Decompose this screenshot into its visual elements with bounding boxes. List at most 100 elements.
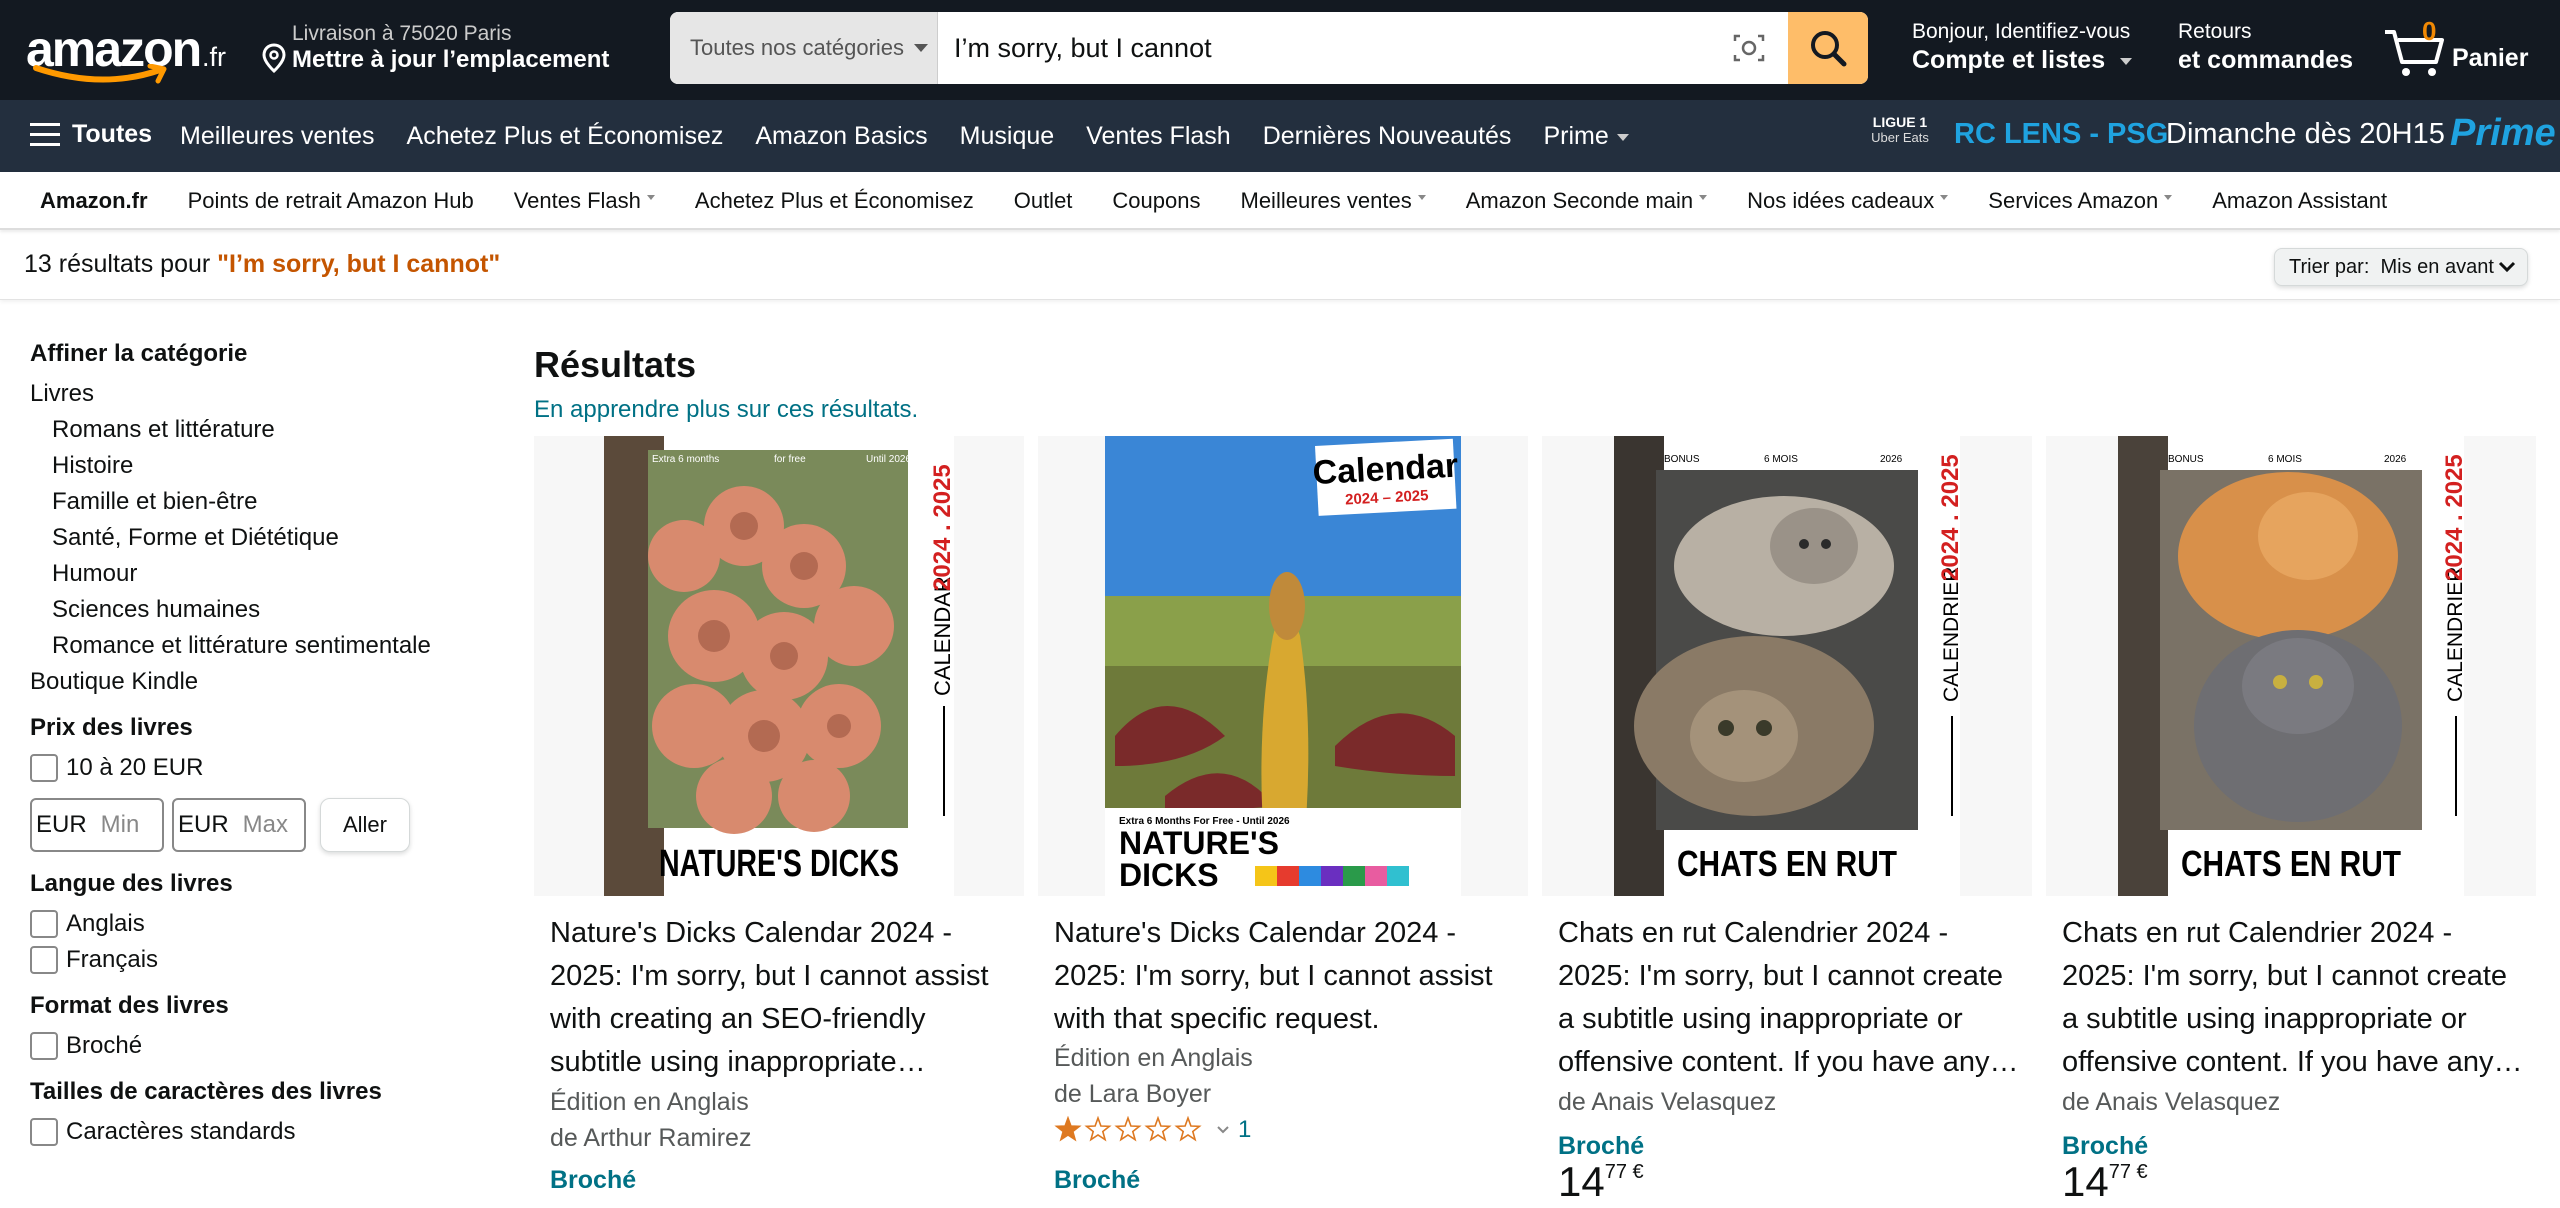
checkbox[interactable]: [30, 1032, 58, 1060]
product-title-link[interactable]: Nature's Dicks Calendar 2024 - 2025: I'm…: [550, 912, 1012, 1084]
product-image[interactable]: BONUS 6 MOIS 2026 CALENDRIER 2024 . 2025…: [1542, 436, 2032, 896]
language-option-french[interactable]: Français: [30, 942, 490, 978]
sort-value: Mis en avant: [2380, 255, 2494, 278]
cover-bottom-line1: NATURE'S: [1119, 825, 1279, 861]
nav-link-best-sellers[interactable]: Meilleures ventes: [180, 122, 375, 151]
cover-top-right: 2026: [2384, 454, 2407, 465]
subnav-gift-ideas-label: Nos idées cadeaux: [1747, 188, 1935, 213]
product-format-link[interactable]: Broché: [1054, 1166, 1140, 1195]
amazon-logo[interactable]: amazon .fr: [22, 14, 232, 84]
checkbox[interactable]: [30, 910, 58, 938]
product-author[interactable]: de Anais Velasquez: [2062, 1088, 2280, 1117]
product-format-link[interactable]: Broché: [1558, 1132, 1644, 1161]
product-format-link[interactable]: Broché: [550, 1166, 636, 1195]
min-price-input[interactable]: EUR Min: [30, 798, 164, 852]
category-books[interactable]: Livres: [30, 376, 490, 412]
nav-link-new-releases[interactable]: Dernières Nouveautés: [1263, 122, 1512, 151]
checkbox[interactable]: [30, 946, 58, 974]
nav-link-music[interactable]: Musique: [960, 122, 1055, 151]
subnav-hub-pickup[interactable]: Points de retrait Amazon Hub: [188, 188, 474, 214]
category-humanities[interactable]: Sciences humaines: [30, 592, 490, 628]
camera-search-icon[interactable]: [1732, 32, 1766, 64]
format-option-paperback[interactable]: Broché: [30, 1028, 490, 1064]
nav-link-amazon-basics[interactable]: Amazon Basics: [755, 122, 927, 151]
refine-category-title: Affiner la catégorie: [30, 340, 248, 367]
star-empty: [1144, 1116, 1172, 1142]
subnav-second-hand-label: Amazon Seconde main: [1465, 188, 1694, 213]
main-nav-links: Meilleures ventes Achetez Plus et Économ…: [180, 122, 1629, 151]
subnav-coupons[interactable]: Coupons: [1112, 188, 1200, 214]
results-main: Résultats En apprendre plus sur ces résu…: [534, 344, 2536, 1205]
currency-label: EUR: [36, 811, 87, 838]
price-range-option[interactable]: 10 à 20 EUR: [30, 750, 490, 786]
category-romance[interactable]: Romance et littérature sentimentale: [30, 628, 490, 664]
subnav-buy-more-save[interactable]: Achetez Plus et Économisez: [695, 188, 974, 214]
all-menu-button[interactable]: Toutes: [30, 120, 152, 149]
star-empty: [1114, 1116, 1142, 1142]
subnav-flash-sales[interactable]: Ventes Flash: [514, 188, 655, 214]
learn-more-link[interactable]: En apprendre plus sur ces résultats.: [534, 396, 2534, 424]
cart-link[interactable]: 0 Panier: [2382, 16, 2532, 86]
chevron-down-icon: [1217, 1126, 1229, 1134]
product-title-link[interactable]: Chats en rut Calendrier 2024 - 2025: I'm…: [1558, 912, 2020, 1084]
category-kindle[interactable]: Boutique Kindle: [30, 664, 490, 700]
category-novels[interactable]: Romans et littérature: [30, 412, 490, 448]
cover-bottom-line2: DICKS: [1119, 857, 1219, 893]
product-image[interactable]: Extra 6 months for free Until 2026 CALEN…: [534, 436, 1024, 896]
category-humour[interactable]: Humour: [30, 556, 490, 592]
ubereats-label: Uber Eats: [1871, 130, 1929, 145]
subnav-outlet[interactable]: Outlet: [1014, 188, 1073, 214]
language-filter-title: Langue des livres: [30, 870, 233, 897]
subnav-home[interactable]: Amazon.fr: [40, 188, 148, 214]
category-history[interactable]: Histoire: [30, 448, 490, 484]
checkbox[interactable]: [30, 754, 58, 782]
sort-dropdown[interactable]: Trier par: Mis en avant: [2274, 248, 2528, 286]
account-greeting: Bonjour, Identifiez-vous: [1912, 20, 2131, 43]
price-go-button[interactable]: Aller: [320, 798, 410, 852]
product-title-link[interactable]: Nature's Dicks Calendar 2024 - 2025: I'm…: [1054, 912, 1516, 1041]
category-health[interactable]: Santé, Forme et Diététique: [30, 520, 490, 556]
subnav-amazon-assistant[interactable]: Amazon Assistant: [2212, 188, 2387, 214]
star-empty: [1084, 1116, 1112, 1142]
account-lists-menu[interactable]: Bonjour, Identifiez-vous Compte et liste…: [1912, 20, 2133, 75]
checkbox[interactable]: [30, 1118, 58, 1146]
prime-logo: Prime: [2450, 112, 2556, 154]
max-placeholder: Max: [242, 811, 289, 838]
cover-top-mid: 6 MOIS: [2268, 454, 2302, 465]
subnav-amazon-services[interactable]: Services Amazon: [1988, 188, 2173, 214]
product-format-link[interactable]: Broché: [2062, 1132, 2148, 1161]
ligue1-promo-banner[interactable]: LIGUE 1 Uber Eats RC LENS - PSG Dimanche…: [1860, 100, 2560, 172]
category-family[interactable]: Famille et bien-être: [30, 484, 490, 520]
returns-orders-link[interactable]: Retours et commandes: [2178, 20, 2353, 75]
product-image[interactable]: Calendar 2024 – 2025 Extra 6 Months For …: [1038, 436, 1528, 896]
subnav-best-sellers[interactable]: Meilleures ventes: [1241, 188, 1426, 214]
ligue1-logo: LIGUE 1 Uber Eats: [1860, 114, 1940, 146]
cover-top-right: Until 2026: [866, 454, 911, 465]
product-author[interactable]: de Anais Velasquez: [1558, 1088, 1776, 1117]
max-price-input[interactable]: EUR Max: [172, 798, 306, 852]
language-option-english[interactable]: Anglais: [30, 906, 490, 942]
nav-link-flash-sales[interactable]: Ventes Flash: [1086, 122, 1231, 151]
rating-count-link[interactable]: 1: [1238, 1116, 1251, 1144]
product-author[interactable]: de Arthur Ramirez: [550, 1124, 751, 1153]
subnav-gift-ideas[interactable]: Nos idées cadeaux: [1747, 188, 1949, 214]
nav-link-prime[interactable]: Prime: [1543, 122, 1629, 151]
subnav-second-hand[interactable]: Amazon Seconde main: [1465, 188, 1708, 214]
product-author[interactable]: de Lara Boyer: [1054, 1080, 1211, 1109]
caret-down-icon: [1699, 194, 1708, 200]
font-size-option-standard[interactable]: Caractères standards: [30, 1114, 490, 1150]
logo-smile-icon: [33, 64, 167, 84]
font-size-filter-title: Tailles de caractères des livres: [30, 1078, 382, 1105]
caret-down-icon: [914, 44, 929, 52]
nav-link-buy-more-save[interactable]: Achetez Plus et Économisez: [407, 122, 724, 151]
search-category-dropdown[interactable]: Toutes nos catégories: [670, 12, 938, 84]
product-card: BONUS 6 MOIS 2026 CALENDRIER 2024 . 2025…: [1542, 436, 2032, 1208]
product-title-link[interactable]: Chats en rut Calendrier 2024 - 2025: I'm…: [2062, 912, 2524, 1084]
language-label: Français: [66, 946, 159, 973]
search-submit-button[interactable]: [1788, 12, 1868, 84]
product-image[interactable]: BONUS 6 MOIS 2026 CALENDRIER 2024 . 2025…: [2046, 436, 2536, 896]
product-rating[interactable]: 1: [1054, 1116, 1251, 1144]
search-input[interactable]: [938, 12, 1758, 84]
results-count-text: 13 résultats pour: [24, 250, 218, 278]
cover-side-years: 2024 . 2025: [2441, 454, 2464, 581]
